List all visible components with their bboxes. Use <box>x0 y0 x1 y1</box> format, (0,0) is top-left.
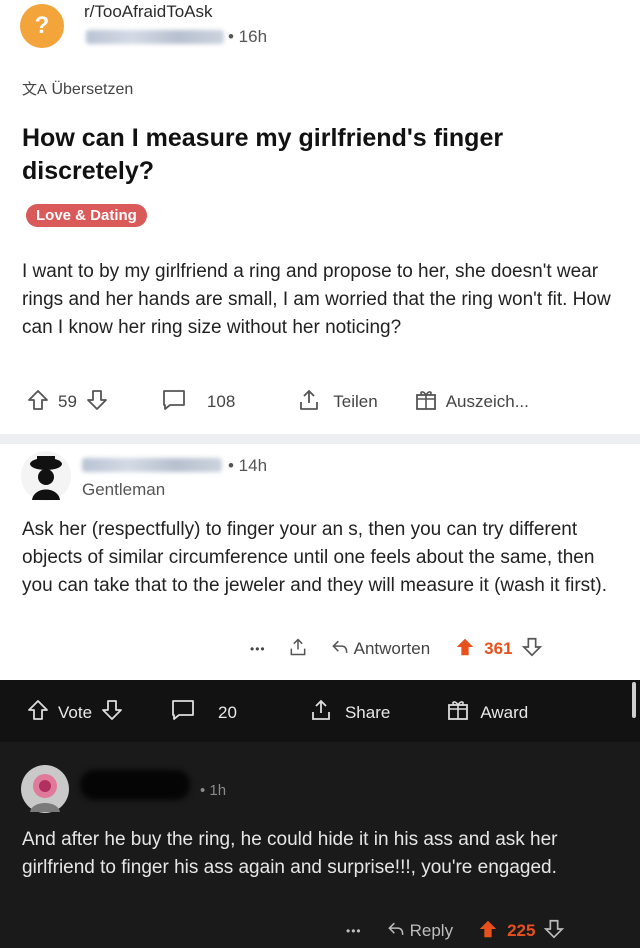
comment2-action-bar: ••• Reply 225 <box>346 918 565 944</box>
comment-icon[interactable] <box>170 698 196 727</box>
upvote-icon[interactable] <box>26 388 50 417</box>
downvote-icon[interactable] <box>521 636 543 663</box>
award-icon[interactable] <box>414 388 438 417</box>
reply-icon[interactable] <box>330 637 350 662</box>
dark-comment-count[interactable]: 20 <box>218 703 237 723</box>
comment2-text: And after he buy the ring, he could hide… <box>22 829 558 878</box>
comment1-time: • 14h <box>228 456 268 475</box>
share-icon[interactable] <box>288 637 308 662</box>
comment2-vote-count: 225 <box>507 921 536 940</box>
comment1-text: Ask her (respectfully) to finger your an… <box>22 519 608 596</box>
post-title: How can I measure my girlfriend's finger… <box>22 124 504 185</box>
commenter-avatar[interactable] <box>20 450 72 502</box>
share-icon[interactable] <box>309 698 333 727</box>
comment1-action-bar: ••• Antworten 361 <box>250 636 543 662</box>
post-comment-count[interactable]: 108 <box>207 392 235 412</box>
commenter2-avatar[interactable] <box>20 764 70 814</box>
dark-post-action-bar: Vote 20 Share Award <box>0 680 640 742</box>
post-time: • 16h <box>228 27 268 46</box>
more-options-icon[interactable]: ••• <box>250 642 266 656</box>
upvote-icon[interactable] <box>477 918 499 945</box>
post-vote-count: 59 <box>58 392 77 411</box>
commenter-name-redacted <box>82 458 222 472</box>
award-button[interactable]: Auszeich... <box>446 392 529 412</box>
upvote-icon[interactable] <box>454 636 476 663</box>
award-button[interactable]: Award <box>480 703 528 723</box>
translate-icon: 文A <box>22 81 48 98</box>
commenter2-name-redacted <box>80 770 190 800</box>
translate-button[interactable]: 文A Übersetzen <box>22 78 133 99</box>
dark-comment-section: • 1h And after he buy the ring, he could… <box>0 742 640 948</box>
post-flair[interactable]: Love & Dating <box>26 204 147 227</box>
section-divider <box>0 434 640 444</box>
downvote-icon[interactable] <box>85 388 109 417</box>
reply-icon[interactable] <box>386 919 406 944</box>
downvote-icon[interactable] <box>100 698 124 727</box>
share-button[interactable]: Share <box>345 703 390 723</box>
post-body: I want to by my girlfriend a ring and pr… <box>22 261 611 338</box>
more-options-icon[interactable]: ••• <box>346 924 362 938</box>
subreddit-avatar[interactable]: ? <box>20 4 64 48</box>
reply-button[interactable]: Antworten <box>354 639 431 659</box>
comment2-time: • 1h <box>200 782 227 799</box>
post-action-bar: 59 108 Teilen Auszeich... <box>26 388 636 416</box>
upvote-icon[interactable] <box>26 698 50 727</box>
share-button[interactable]: Teilen <box>333 392 377 412</box>
vote-label: Vote <box>58 702 93 722</box>
scrollbar[interactable] <box>632 682 636 718</box>
author-redacted <box>86 30 224 44</box>
user-flair: Gentleman <box>82 480 166 499</box>
comment1-vote-count: 361 <box>484 639 513 658</box>
translate-label: Übersetzen <box>51 81 134 98</box>
comment-icon[interactable] <box>161 388 187 417</box>
award-icon[interactable] <box>446 698 470 727</box>
downvote-icon[interactable] <box>543 918 565 945</box>
reply-button[interactable]: Reply <box>410 921 453 941</box>
share-icon[interactable] <box>297 388 321 417</box>
subreddit-name[interactable]: r/TooAfraidToAsk <box>84 2 213 22</box>
